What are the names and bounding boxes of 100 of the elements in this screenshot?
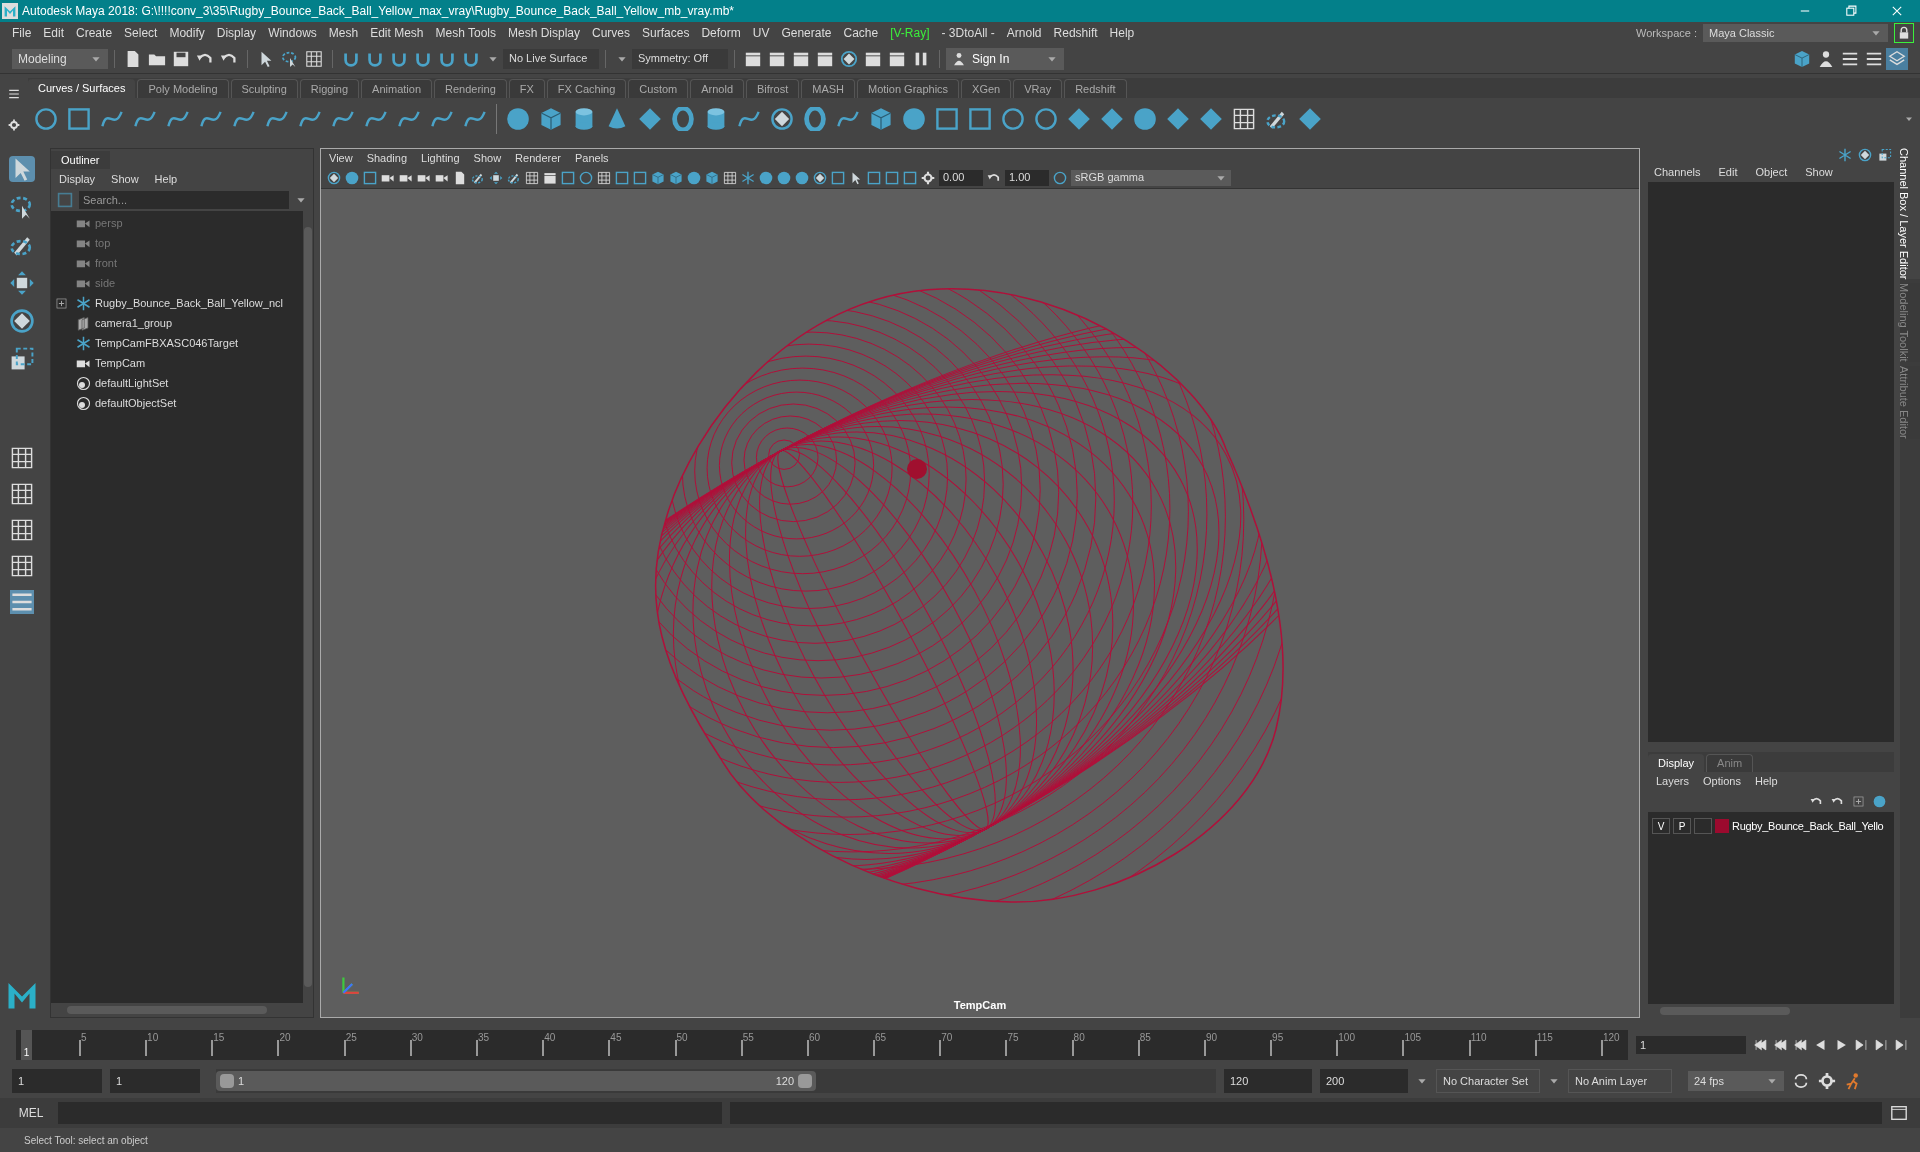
- menu-item[interactable]: File: [6, 24, 38, 42]
- menu-item[interactable]: Edit: [37, 24, 71, 42]
- menu-item[interactable]: Select: [118, 24, 164, 42]
- cube-icon[interactable]: [705, 170, 719, 185]
- square-icon[interactable]: [67, 107, 91, 131]
- menu-item[interactable]: View: [329, 149, 353, 167]
- diamond-icon[interactable]: [1100, 107, 1124, 131]
- menu-item[interactable]: Modify: [163, 24, 211, 42]
- panel-tab[interactable]: Outliner: [51, 151, 110, 169]
- gamma-field[interactable]: 1.00: [1005, 169, 1049, 186]
- menu-item[interactable]: Edit Mesh: [364, 24, 430, 42]
- live-surface-field[interactable]: No Live Surface: [503, 48, 599, 69]
- layer-name[interactable]: Rugby_Bounce_Back_Ball_Yello: [1732, 817, 1884, 835]
- lock-button[interactable]: [1894, 23, 1914, 43]
- torus-icon[interactable]: [671, 107, 695, 131]
- menu-item[interactable]: - 3DtoAll -: [935, 24, 1001, 42]
- current-frame-marker[interactable]: 1: [21, 1030, 32, 1060]
- script-language-button[interactable]: MEL: [12, 1104, 50, 1122]
- scale-icon[interactable]: [9, 346, 35, 372]
- exposure-field[interactable]: 0.00: [939, 169, 983, 186]
- diamond-icon[interactable]: [1298, 107, 1322, 131]
- menu-item[interactable]: Help: [1754, 772, 1778, 790]
- menu-item[interactable]: Show: [1805, 163, 1833, 181]
- person-icon[interactable]: [1817, 49, 1835, 68]
- plus-icon[interactable]: [1852, 794, 1865, 808]
- outliner-item[interactable]: defaultObjectSet: [95, 394, 177, 412]
- diamond-icon[interactable]: [1166, 107, 1190, 131]
- menu-item[interactable]: Mesh Tools: [429, 24, 502, 42]
- square-icon[interactable]: [935, 107, 959, 131]
- sphere-icon[interactable]: [506, 107, 530, 131]
- menu-item[interactable]: Display: [59, 170, 96, 188]
- menu-item[interactable]: Deform: [695, 24, 747, 42]
- circle-icon[interactable]: [34, 107, 58, 131]
- slider-handle[interactable]: [220, 1074, 234, 1088]
- menu-item[interactable]: UV: [746, 24, 776, 42]
- grid-icon[interactable]: [10, 554, 34, 578]
- outliner-item[interactable]: defaultLightSet: [95, 374, 169, 392]
- square-icon[interactable]: [615, 170, 629, 185]
- square-icon[interactable]: [561, 170, 575, 185]
- shelf-tab[interactable]: Arnold: [690, 79, 745, 98]
- sphere-icon[interactable]: [687, 170, 701, 185]
- sphere-icon[interactable]: [795, 170, 809, 185]
- cube-icon[interactable]: [1793, 49, 1811, 68]
- move-icon[interactable]: [489, 170, 503, 185]
- square-icon[interactable]: [968, 107, 992, 131]
- menu-item[interactable]: [V-Ray]: [884, 24, 936, 42]
- grid-icon[interactable]: [597, 170, 611, 185]
- square-icon[interactable]: [363, 170, 377, 185]
- visibility-toggle[interactable]: V: [1652, 818, 1670, 834]
- gear-icon[interactable]: [1818, 1072, 1836, 1090]
- character-set-field[interactable]: No Character Set: [1436, 1069, 1540, 1093]
- shelf-tab[interactable]: Bifrost: [746, 79, 800, 98]
- panel-tab[interactable]: Display: [1648, 754, 1705, 772]
- sphere-icon[interactable]: [777, 170, 791, 185]
- shelf-tab[interactable]: FX: [508, 79, 545, 98]
- plus-icon[interactable]: [55, 296, 68, 310]
- diamond-icon[interactable]: [638, 107, 662, 131]
- back-icon[interactable]: [1814, 1038, 1828, 1052]
- mode-dropdown[interactable]: Modeling: [12, 48, 108, 69]
- current-frame-field[interactable]: 1: [1636, 1036, 1746, 1054]
- scrollbar-thumb[interactable]: [304, 227, 312, 987]
- menu-item[interactable]: Display: [210, 24, 263, 42]
- shelf-tab[interactable]: Rendering: [434, 79, 507, 98]
- timeline-ruler[interactable]: 1 5 10 15 20 25 30 35 40 45 50 55 60 65 70 75 80 85 90 95 100 105 110 115 120: [16, 1030, 1628, 1060]
- menu-item[interactable]: Surfaces: [636, 24, 696, 42]
- grid-icon[interactable]: [305, 49, 323, 68]
- menu-item[interactable]: Renderer: [515, 149, 561, 167]
- circle-icon[interactable]: [1034, 107, 1058, 131]
- scale-icon[interactable]: [1878, 148, 1892, 162]
- menu-item[interactable]: Options: [1703, 772, 1741, 790]
- shelf-tab[interactable]: Custom: [628, 79, 689, 98]
- outliner-item[interactable]: TempCam: [95, 354, 146, 372]
- grid-icon[interactable]: [10, 518, 34, 542]
- circle-icon[interactable]: [1053, 170, 1067, 185]
- square-icon[interactable]: [903, 170, 917, 185]
- shelf-tab[interactable]: FX Caching: [546, 79, 627, 98]
- menu-item[interactable]: Shading: [366, 149, 408, 167]
- menu-item[interactable]: Help: [154, 170, 178, 188]
- sphere-icon[interactable]: [1133, 107, 1157, 131]
- sphere-icon[interactable]: [1873, 794, 1886, 808]
- grid-icon[interactable]: [1232, 107, 1256, 131]
- sphere-icon[interactable]: [902, 107, 926, 131]
- menu-item[interactable]: Arnold: [1000, 24, 1048, 42]
- shelf-tab[interactable]: XGen: [961, 79, 1012, 98]
- square-icon[interactable]: [831, 170, 845, 185]
- shelf-tab[interactable]: Motion Graphics: [857, 79, 960, 98]
- shelf-tab[interactable]: VRay: [1013, 79, 1063, 98]
- shelf-tab[interactable]: Poly Modeling: [137, 79, 229, 98]
- grid-icon[interactable]: [525, 170, 539, 185]
- shelf-tab[interactable]: Rigging: [299, 79, 360, 98]
- outliner-item[interactable]: TempCamFBXASC046Target: [95, 334, 239, 352]
- end-frame-field[interactable]: 200: [1320, 1069, 1408, 1093]
- star-icon[interactable]: [741, 170, 755, 185]
- grid-icon[interactable]: [10, 482, 34, 506]
- layers-button[interactable]: [1886, 47, 1908, 70]
- menu-item[interactable]: Curves: [586, 24, 637, 42]
- anim-layer-field[interactable]: No Anim Layer: [1568, 1069, 1672, 1093]
- menu-item[interactable]: Channels: [1654, 163, 1701, 181]
- start-frame-field[interactable]: 1: [12, 1069, 102, 1093]
- lasso-icon[interactable]: [281, 49, 299, 68]
